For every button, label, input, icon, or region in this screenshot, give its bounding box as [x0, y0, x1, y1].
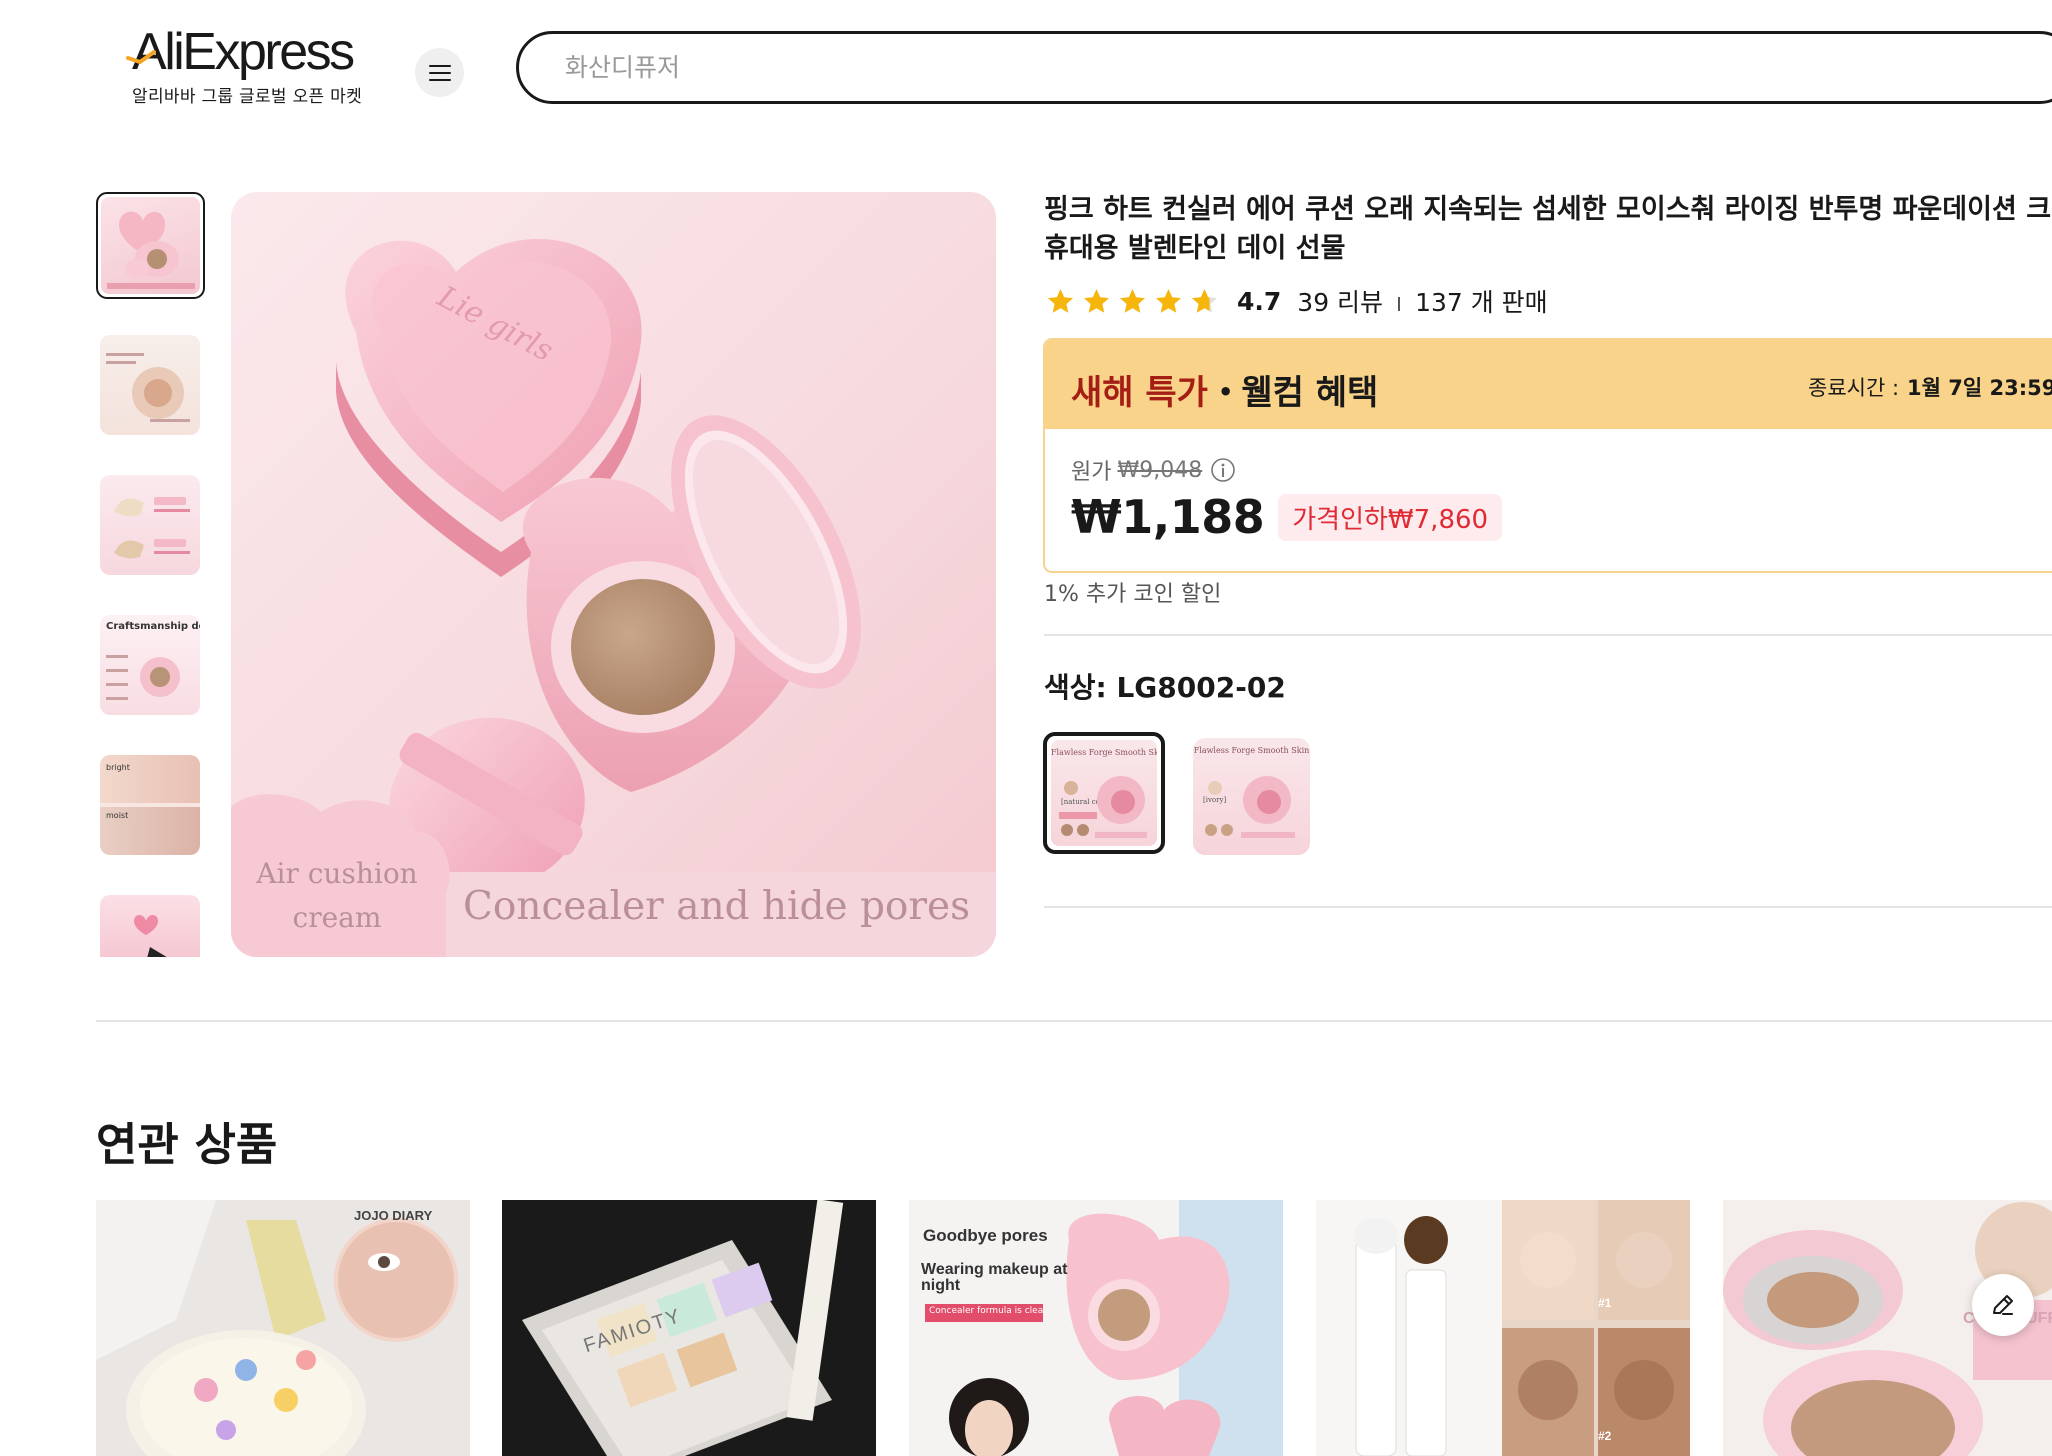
logo-subtitle: 알리바바 그룹 글로벌 오픈 마켓	[132, 87, 363, 107]
card-label-2: #2	[1598, 1429, 1612, 1443]
promo-box: 새해 특가 • 웰컴 혜택 종료시간 :1월 7일 23:59 원가 ₩9,048 …	[1043, 338, 2052, 573]
original-price-label: 원가	[1071, 460, 1112, 485]
related-product-card-4[interactable]: #1 #2	[1316, 1200, 1690, 1456]
thumbnail-list[interactable]: Craftsmanship design bright moist	[96, 192, 205, 957]
thumbnail-3[interactable]	[100, 475, 200, 575]
thumbnail-caption: moist	[106, 811, 129, 820]
cushion-compact-illustration: Lie girls	[231, 192, 996, 957]
hamburger-icon	[428, 64, 451, 81]
promo-title: 새해 특가 • 웰컴 혜택	[1071, 365, 1378, 414]
promo-title-dot: •	[1217, 378, 1234, 406]
price-row: ₩1,188 가격인하₩7,860	[1071, 490, 1503, 544]
logo-wordmark: AliExpress	[126, 24, 355, 80]
rating-value: 4.7	[1237, 286, 1282, 316]
edit-button[interactable]	[1972, 1274, 2034, 1336]
reviews-link[interactable]: 39 리뷰	[1297, 283, 1383, 319]
thumbnail-caption: bright	[106, 763, 130, 772]
product-title-line2: 휴대용 발렌타인 데이 선물	[1044, 233, 1346, 264]
color-swatch-1[interactable]: Flawless Forge Smooth Skin [natural colo…	[1043, 732, 1165, 854]
card-label-1: #1	[1598, 1296, 1612, 1310]
star-icon	[1156, 288, 1181, 313]
thumbnail-4[interactable]: Craftsmanship design	[100, 615, 200, 715]
related-product-card-1[interactable]: JOJO DIARY	[96, 1200, 470, 1456]
main-product-image[interactable]: Lie girls Air cushion cream Concealer an…	[231, 192, 996, 957]
card-subheadline: Wearing makeup at night	[921, 1261, 1068, 1294]
promo-countdown: 종료시간 : 1월 7일 23:59	[1808, 372, 2052, 402]
divider	[1044, 906, 2052, 908]
product-title-line1: 핑크 하트 컨실러 에어 쿠션 오래 지속되는 섬세한 모이스춰 라이징 반투명…	[1044, 194, 2052, 225]
original-price-row: 원가 ₩9,048	[1071, 454, 1236, 486]
aliexpress-logo[interactable]: AliExpress 알리바바 그룹 글로벌 오픈 마켓	[126, 24, 382, 107]
info-icon[interactable]	[1210, 457, 1236, 483]
card-headline: Goodbye pores	[923, 1226, 1048, 1245]
original-price: ₩9,048	[1117, 457, 1203, 483]
countdown-label: 종료시간 :	[1808, 376, 1900, 400]
coin-discount: 1% 추가 코인 할인	[1044, 582, 1222, 607]
related-products-title: 연관 상품	[96, 1118, 278, 1171]
star-rating	[1046, 287, 1226, 316]
thumbnail-6[interactable]	[100, 895, 200, 957]
search-input[interactable]	[565, 53, 1865, 82]
search-bar[interactable]	[516, 31, 2052, 104]
discount-badge: 가격인하₩7,860	[1278, 493, 1503, 541]
sold-count: 137 개 판매	[1415, 288, 1548, 317]
menu-button[interactable]	[415, 48, 464, 97]
related-product-card-3[interactable]: Goodbye pores Wearing makeup at night Co…	[909, 1200, 1283, 1456]
thumbnail-5[interactable]: bright moist	[100, 755, 200, 855]
pencil-icon	[1993, 1295, 2013, 1315]
image-caption-right: Concealer and hide pores	[463, 884, 971, 929]
color-label: 색상: LG8002-02	[1044, 671, 1286, 704]
thumbnail-1[interactable]	[96, 192, 205, 299]
countdown-time: 1월 7일 23:59	[1907, 376, 2052, 400]
color-swatch-2[interactable]: Flawless Forge Smooth Skin [ivory]	[1193, 738, 1310, 855]
related-product-card-2[interactable]: FAMIOTY	[502, 1200, 876, 1456]
card-brand: JOJO DIARY	[354, 1208, 433, 1223]
divider	[96, 1020, 2052, 1022]
star-icon	[1192, 288, 1217, 313]
card-band: Concealer formula is clear and natural	[925, 1304, 1043, 1322]
star-icon	[1048, 288, 1073, 313]
promo-title-sale: 새해 특가	[1071, 373, 1208, 413]
product-title: 핑크 하트 컨실러 에어 쿠션 오래 지속되는 섬세한 모이스춰 라이징 반투명…	[1044, 190, 2052, 268]
star-icon	[1120, 288, 1145, 313]
image-caption-left: Air cushion cream	[256, 857, 418, 934]
rating-row: 4.7 39 리뷰 137 개 판매	[1046, 282, 1548, 320]
promo-title-welcome: 웰컴 혜택	[1241, 373, 1379, 413]
sale-price: ₩1,188	[1071, 490, 1265, 544]
thumbnail-2[interactable]	[100, 335, 200, 435]
star-icon	[1084, 288, 1109, 313]
separator	[1398, 297, 1401, 311]
promo-banner: 새해 특가 • 웰컴 혜택 종료시간 : 1월 7일 23:59	[1045, 340, 2052, 429]
divider	[1044, 634, 2052, 636]
